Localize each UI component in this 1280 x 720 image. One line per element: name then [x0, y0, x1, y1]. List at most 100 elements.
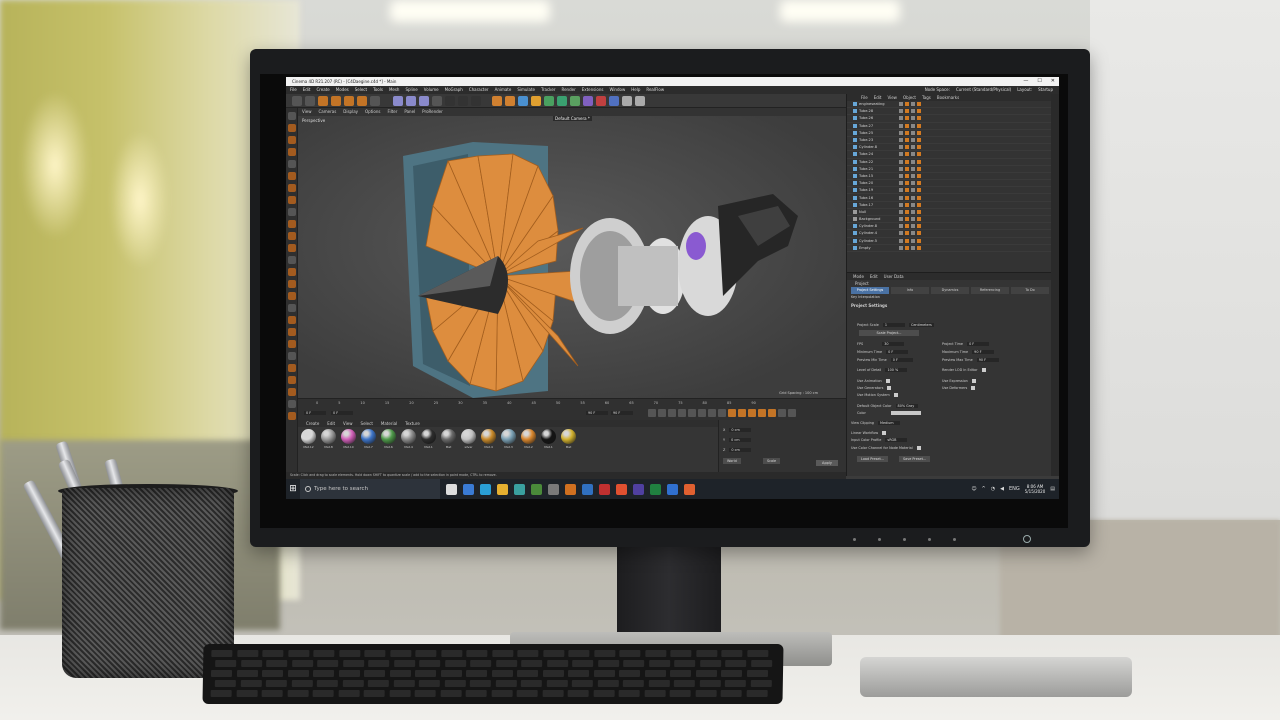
- keyframe-selection-button[interactable]: [748, 409, 756, 417]
- tag-icon[interactable]: [905, 116, 909, 121]
- timeline-end-field[interactable]: 90 F: [583, 411, 608, 415]
- left-tool-button[interactable]: [288, 280, 296, 288]
- toolbar-button[interactable]: [393, 96, 403, 106]
- tag-icon[interactable]: [917, 109, 921, 114]
- left-tool-button[interactable]: [288, 136, 296, 144]
- object-row[interactable]: engineseating: [847, 101, 1059, 109]
- left-tool-button[interactable]: [288, 352, 296, 360]
- tag-icon[interactable]: [899, 123, 903, 128]
- apply-button[interactable]: Apply: [816, 460, 838, 466]
- play-button[interactable]: [678, 409, 686, 417]
- viewport-menu-item[interactable]: Panel: [404, 108, 415, 116]
- tag-icon[interactable]: [911, 116, 915, 121]
- taskbar-app-icon[interactable]: [497, 483, 508, 495]
- toolbar-button[interactable]: [635, 96, 645, 106]
- tag-icon[interactable]: [917, 173, 921, 178]
- viewport[interactable]: Perspective Default Camera * Grid Spacin…: [298, 116, 846, 398]
- tag-icon[interactable]: [905, 173, 909, 178]
- tag-icon[interactable]: [905, 231, 909, 236]
- material-swatch[interactable]: Mat.6: [380, 429, 397, 449]
- use-motion-checkbox[interactable]: [893, 393, 898, 397]
- prev-key-button[interactable]: [658, 409, 666, 417]
- tag-icon[interactable]: [911, 217, 915, 222]
- menu-item[interactable]: Modes: [336, 86, 349, 94]
- material-swatch[interactable]: silver: [460, 429, 477, 449]
- object-row[interactable]: Empty: [847, 245, 1059, 252]
- tag-icon[interactable]: [917, 116, 921, 121]
- rotation-key-button[interactable]: [778, 409, 786, 417]
- menu-item[interactable]: Tracker: [541, 86, 555, 94]
- max-time-input[interactable]: 90 F: [972, 350, 995, 354]
- menu-item[interactable]: Create: [316, 86, 329, 94]
- toolbar-button[interactable]: [531, 96, 541, 106]
- tag-icon[interactable]: [911, 245, 915, 250]
- tag-icon[interactable]: [917, 209, 921, 214]
- tag-icon[interactable]: [899, 109, 903, 114]
- left-tool-button[interactable]: [288, 148, 296, 156]
- menu-item[interactable]: Animate: [495, 86, 512, 94]
- object-row[interactable]: Cylinder.5: [847, 238, 1059, 245]
- taskbar-app-icon[interactable]: [684, 483, 695, 495]
- object-row[interactable]: Background: [847, 216, 1059, 224]
- taskbar-app-icon[interactable]: [480, 483, 491, 495]
- object-row[interactable]: Tube.24: [847, 151, 1059, 159]
- object-row[interactable]: Tube.17: [847, 202, 1059, 209]
- material-swatch[interactable]: Mat.10: [340, 429, 357, 449]
- preview-max-input[interactable]: 90 F: [976, 358, 999, 362]
- viewport-menu-item[interactable]: ProRender: [422, 108, 443, 116]
- world-select[interactable]: World: [723, 458, 741, 464]
- tag-icon[interactable]: [917, 195, 921, 200]
- menu-item[interactable]: Help: [631, 86, 640, 94]
- viewport-menu-item[interactable]: Display: [343, 108, 358, 116]
- tag-icon[interactable]: [917, 188, 921, 193]
- load-preset-button[interactable]: Load Preset...: [857, 456, 889, 462]
- tag-icon[interactable]: [911, 181, 915, 186]
- taskbar-clock[interactable]: 8:06 AM 5/15/2020: [1025, 484, 1046, 494]
- windows-start-icon[interactable]: ⊞: [286, 479, 300, 499]
- use-animation-checkbox[interactable]: [885, 379, 890, 383]
- tag-icon[interactable]: [905, 123, 909, 128]
- taskbar-app-icon[interactable]: [565, 483, 576, 495]
- tag-icon[interactable]: [911, 173, 915, 178]
- tag-icon[interactable]: [905, 245, 909, 250]
- left-tool-button[interactable]: [288, 124, 296, 132]
- object-row[interactable]: Tube.19: [847, 187, 1059, 195]
- left-tool-button[interactable]: [288, 340, 296, 348]
- tag-icon[interactable]: [905, 145, 909, 150]
- menu-item[interactable]: Extensions: [582, 86, 604, 94]
- minimize-button[interactable]: —: [1023, 77, 1028, 86]
- tag-icon[interactable]: [899, 152, 903, 157]
- left-tool-button[interactable]: [288, 268, 296, 276]
- left-tool-button[interactable]: [288, 400, 296, 408]
- input-color-select[interactable]: sRGB: [885, 438, 908, 442]
- tag-icon[interactable]: [899, 209, 903, 214]
- object-row[interactable]: Tube.28: [847, 108, 1059, 116]
- chevron-up-icon[interactable]: ^: [982, 486, 986, 492]
- toolbar-button[interactable]: [357, 96, 367, 106]
- project-scale-unit-select[interactable]: Centimeters: [908, 323, 934, 327]
- side-tabs[interactable]: [1051, 94, 1059, 476]
- tag-icon[interactable]: [905, 138, 909, 143]
- tag-icon[interactable]: [911, 209, 915, 214]
- tag-icon[interactable]: [905, 181, 909, 186]
- tag-icon[interactable]: [917, 202, 921, 207]
- menu-item[interactable]: Volume: [424, 86, 439, 94]
- object-row[interactable]: Tube.21: [847, 166, 1059, 173]
- taskbar-search[interactable]: Type here to search: [300, 479, 440, 499]
- toolbar-button[interactable]: [505, 96, 515, 106]
- camera-label[interactable]: Default Camera *: [553, 116, 592, 121]
- material-swatch[interactable]: Mat: [560, 429, 577, 449]
- tag-icon[interactable]: [899, 202, 903, 207]
- object-menu-item[interactable]: Bookmarks: [937, 94, 959, 101]
- tag-icon[interactable]: [917, 231, 921, 236]
- attribute-tab[interactable]: Referencing: [971, 287, 1009, 294]
- material-swatch[interactable]: Mat.2: [520, 429, 537, 449]
- left-tool-button[interactable]: [288, 292, 296, 300]
- toolbar-button[interactable]: [419, 96, 429, 106]
- tag-icon[interactable]: [905, 102, 909, 107]
- tag-icon[interactable]: [899, 217, 903, 222]
- tag-icon[interactable]: [899, 102, 903, 107]
- tag-icon[interactable]: [911, 145, 915, 150]
- timeline[interactable]: 0 5 10 15 20 25 30 35 40 45 50 55 60 65 70 75 80 85 90 0 F…: [298, 398, 846, 420]
- tag-icon[interactable]: [917, 181, 921, 186]
